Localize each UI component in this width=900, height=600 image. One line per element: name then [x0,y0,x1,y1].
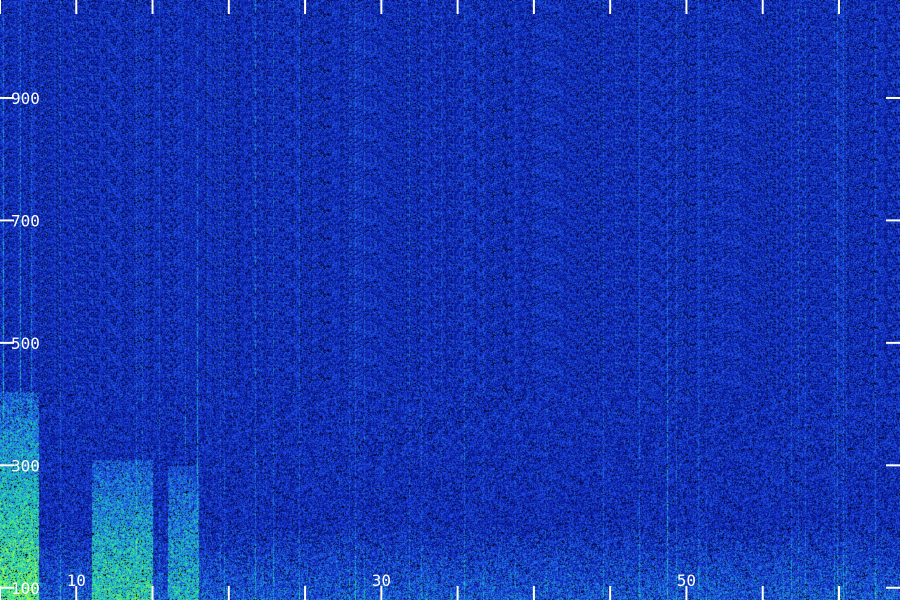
x-tick-label: 50 [677,571,696,590]
x-tick-label: 10 [67,571,86,590]
y-tick-label: 100 [11,579,40,598]
y-tick-label: 300 [11,456,40,475]
y-tick-label: 500 [11,334,40,353]
axes-overlay: 10 30 50 100 300 500 700 900 [0,0,900,600]
y-tick-label: 900 [11,89,40,108]
y-tick-label: 700 [11,211,40,230]
x-tick-label: 30 [372,571,391,590]
